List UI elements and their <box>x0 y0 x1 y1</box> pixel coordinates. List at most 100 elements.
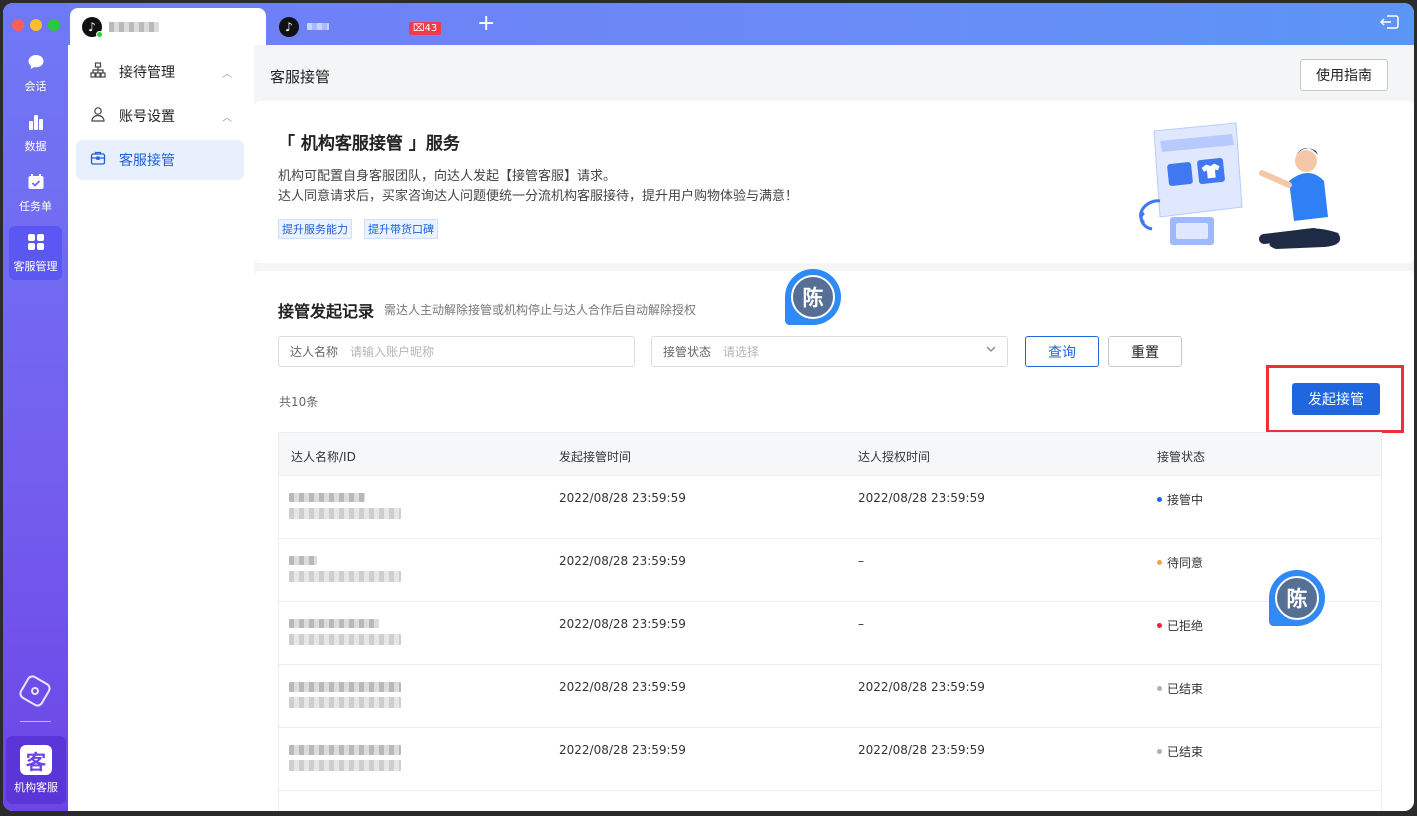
creator-name-redacted <box>289 682 401 692</box>
status-badge: 已结束 <box>1157 680 1203 697</box>
app-rail: 会话 数据 任务单 客服管理 客 机构客服 <box>3 3 68 811</box>
feature-tag: 提升带货口碑 <box>364 219 438 239</box>
rail-item-chat[interactable]: 会话 <box>9 46 62 100</box>
customer-service-illustration <box>1139 122 1341 249</box>
rail-item-tasks[interactable]: 任务单 <box>9 166 62 220</box>
page-title: 客服接管 <box>270 68 331 86</box>
records-title: 接管发起记录 <box>278 302 375 321</box>
reset-button[interactable]: 重置 <box>1108 336 1182 367</box>
sidebar-item-account-settings[interactable]: 账号设置 ︿ <box>76 96 244 136</box>
creator-id-redacted <box>289 634 401 645</box>
briefcase-icon <box>90 150 108 170</box>
creator-id-redacted <box>289 508 401 519</box>
user-icon <box>90 106 108 126</box>
org-account-button[interactable]: 客 机构客服 <box>6 736 66 804</box>
chevron-down-icon <box>985 343 997 358</box>
creator-name-redacted <box>289 556 317 565</box>
status-badge: 待同意 <box>1157 554 1203 571</box>
auth-time: – <box>858 554 864 568</box>
column-header: 发起接管时间 <box>559 450 632 464</box>
status-dot <box>1157 686 1162 691</box>
page-header: 客服接管 使用指南 <box>254 45 1414 101</box>
auth-time: 2022/08/28 23:59:59 <box>858 491 985 505</box>
status-badge: 已拒绝 <box>1157 617 1203 634</box>
column-header: 达人名称/ID <box>291 450 356 464</box>
sidebar-item-label: 客服接管 <box>119 153 175 169</box>
maximize-window-button[interactable] <box>48 19 60 31</box>
table-row[interactable]: 2022/08/28 23:59:59 2022/08/28 23:59:59 … <box>279 665 1381 728</box>
floating-chat-avatar[interactable]: 陈 <box>785 269 841 325</box>
rail-item-label: 会话 <box>24 79 47 93</box>
launch-takeover-button[interactable]: 发起接管 <box>1292 383 1380 415</box>
creator-name-redacted <box>289 493 365 502</box>
record-count: 共10条 <box>279 395 319 409</box>
status-select[interactable]: 接管状态 请选择 <box>651 336 1008 367</box>
chevron-up-icon: ︿ <box>222 112 232 124</box>
floating-chat-avatar[interactable]: 陈 <box>1269 570 1325 626</box>
banner-description-line: 达人同意请求后，买家咨询达人问题便统一分流机构客服接待，提升用户购物体验与满意！ <box>278 189 799 204</box>
sidebar-item-label: 接待管理 <box>119 65 175 81</box>
rail-item-data[interactable]: 数据 <box>9 106 62 160</box>
app-window: 会话 数据 任务单 客服管理 客 机构客服 ♪ ♪ ⌧43 + 接待管理 ︿ 账… <box>3 3 1414 811</box>
table-row[interactable]: 2022/08/28 23:59:59 – 待同意 <box>279 539 1381 602</box>
tab-title-redacted <box>109 21 159 32</box>
table-row[interactable]: 2022/08/28 23:59:59 2022/08/28 23:59:59 … <box>279 476 1381 539</box>
sidebar-item-cs-takeover[interactable]: 客服接管 <box>76 140 244 180</box>
table-header: 达人名称/ID 发起接管时间 达人授权时间 接管状态 <box>279 433 1381 476</box>
org-chart-icon <box>90 62 108 82</box>
org-label: 机构客服 <box>14 781 58 794</box>
table-row[interactable]: 2022/08/28 23:59:59 – 已拒绝 <box>279 602 1381 665</box>
close-window-button[interactable] <box>12 19 24 31</box>
notification-badge: ⌧43 <box>409 22 442 35</box>
query-button[interactable]: 查询 <box>1025 336 1099 367</box>
creator-name-redacted <box>289 619 379 628</box>
banner-description-line: 机构可配置自身客服团队，向达人发起【接管客服】请求。 <box>278 169 617 184</box>
start-time: 2022/08/28 23:59:59 <box>559 491 686 505</box>
select-placeholder: 请选择 <box>723 345 760 359</box>
title-bar <box>68 3 1414 45</box>
minimize-window-button[interactable] <box>30 19 42 31</box>
banner-title: 「 机构客服接管 」服务 <box>278 134 460 154</box>
exit-icon[interactable] <box>1379 14 1400 34</box>
rail-item-label: 客服管理 <box>13 259 58 273</box>
rail-divider <box>20 721 51 722</box>
sidebar-item-reception-management[interactable]: 接待管理 ︿ <box>76 52 244 92</box>
field-label: 接管状态 <box>663 345 712 359</box>
status-dot <box>1157 497 1162 502</box>
table-row[interactable]: 2022/08/28 23:59:59 2022/08/28 23:59:59 … <box>279 728 1381 791</box>
records-hint: 需达人主动解除接管或机构停止与达人合作后自动解除授权 <box>384 303 697 317</box>
records-table: 达人名称/ID 发起接管时间 达人授权时间 接管状态 2022/08/28 23… <box>278 432 1382 811</box>
calendar-check-icon <box>27 173 45 196</box>
tab-active[interactable]: ♪ <box>70 8 266 45</box>
status-dot <box>1157 749 1162 754</box>
status-dot <box>1157 623 1162 628</box>
search-input-placeholder: 请输入账户昵称 <box>350 345 435 359</box>
org-logo: 客 <box>20 745 52 775</box>
status-badge: 已结束 <box>1157 743 1203 760</box>
chevron-up-icon: ︿ <box>222 68 232 80</box>
avatar-initial: 陈 <box>791 275 835 319</box>
column-header: 接管状态 <box>1157 450 1206 464</box>
auth-time: 2022/08/28 23:59:59 <box>858 680 985 694</box>
creator-id-redacted <box>289 697 401 708</box>
guide-button[interactable]: 使用指南 <box>1300 59 1388 91</box>
rail-item-label: 数据 <box>24 139 47 153</box>
chat-icon <box>27 53 45 76</box>
rail-item-cs-management[interactable]: 客服管理 <box>9 226 62 280</box>
side-nav: 接待管理 ︿ 账号设置 ︿ 客服接管 <box>68 45 254 811</box>
grid-icon <box>27 233 45 256</box>
status-dot <box>1157 560 1162 565</box>
start-time: 2022/08/28 23:59:59 <box>559 554 686 568</box>
auth-time: – <box>858 617 864 631</box>
bar-chart-icon <box>27 113 45 136</box>
start-time: 2022/08/28 23:59:59 <box>559 680 686 694</box>
field-label: 达人名称 <box>290 345 339 359</box>
settings-icon[interactable] <box>17 673 53 709</box>
status-badge: 接管中 <box>1157 491 1203 508</box>
creator-id-redacted <box>289 571 401 582</box>
start-time: 2022/08/28 23:59:59 <box>559 617 686 631</box>
sidebar-item-label: 账号设置 <box>119 109 175 125</box>
creator-name-field[interactable]: 达人名称 请输入账户昵称 <box>278 336 635 367</box>
add-tab-button[interactable]: + <box>477 12 495 36</box>
tab-title-redacted <box>307 23 329 30</box>
